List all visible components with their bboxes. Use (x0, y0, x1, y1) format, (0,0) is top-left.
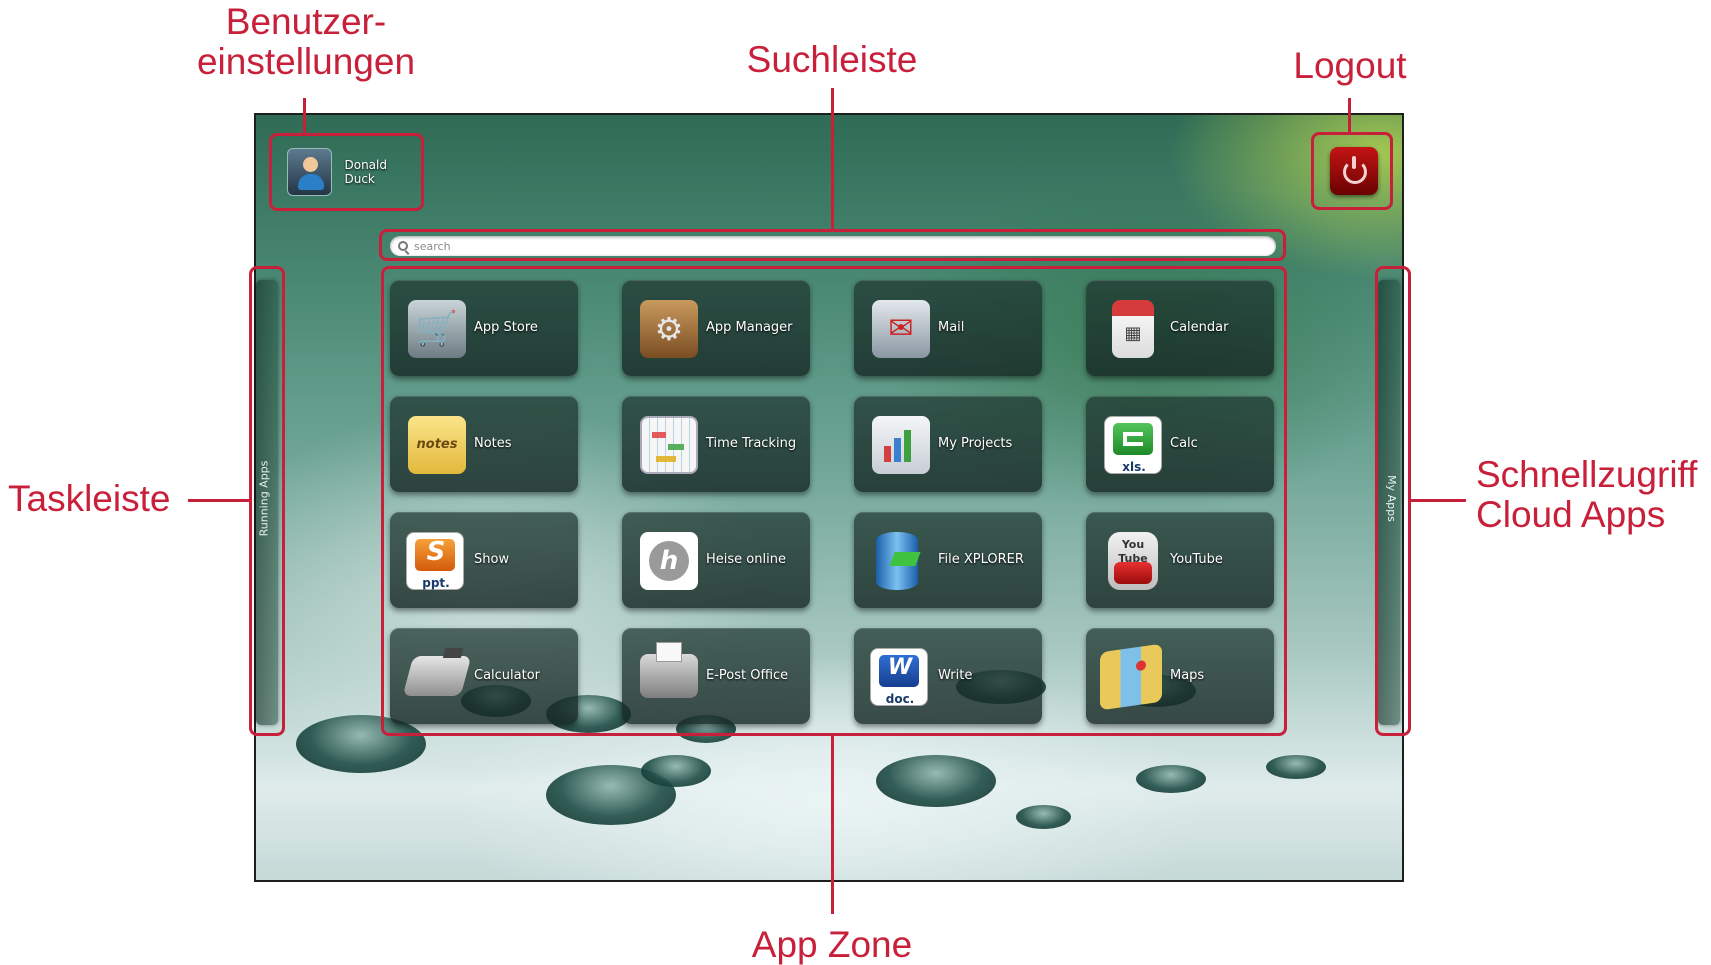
callout-quick-access: Schnellzugriff Cloud Apps (1476, 454, 1698, 535)
leader-line (831, 88, 834, 230)
callout-user-settings: Benutzer- einstellungen (196, 1, 416, 82)
leader-line (188, 499, 249, 502)
user-settings-highlight (269, 133, 424, 211)
leader-line (303, 98, 306, 134)
taskbar-highlight (249, 266, 285, 736)
search-bar-highlight (379, 229, 1286, 261)
callout-taskbar: Taskleiste (8, 478, 171, 519)
water-drop (876, 755, 996, 807)
callout-app-zone: App Zone (751, 924, 913, 965)
app-zone-highlight (381, 266, 1287, 736)
water-drop (1266, 755, 1326, 779)
quick-access-highlight (1375, 266, 1411, 736)
callout-logout: Logout (1293, 45, 1407, 86)
water-drop (1016, 805, 1071, 829)
water-drop (1136, 765, 1206, 793)
water-drop (641, 755, 711, 787)
leader-line (1348, 98, 1351, 133)
logout-highlight (1311, 132, 1393, 210)
leader-line (831, 736, 834, 914)
leader-line (1410, 499, 1466, 502)
callout-search-bar: Suchleiste (746, 39, 918, 80)
